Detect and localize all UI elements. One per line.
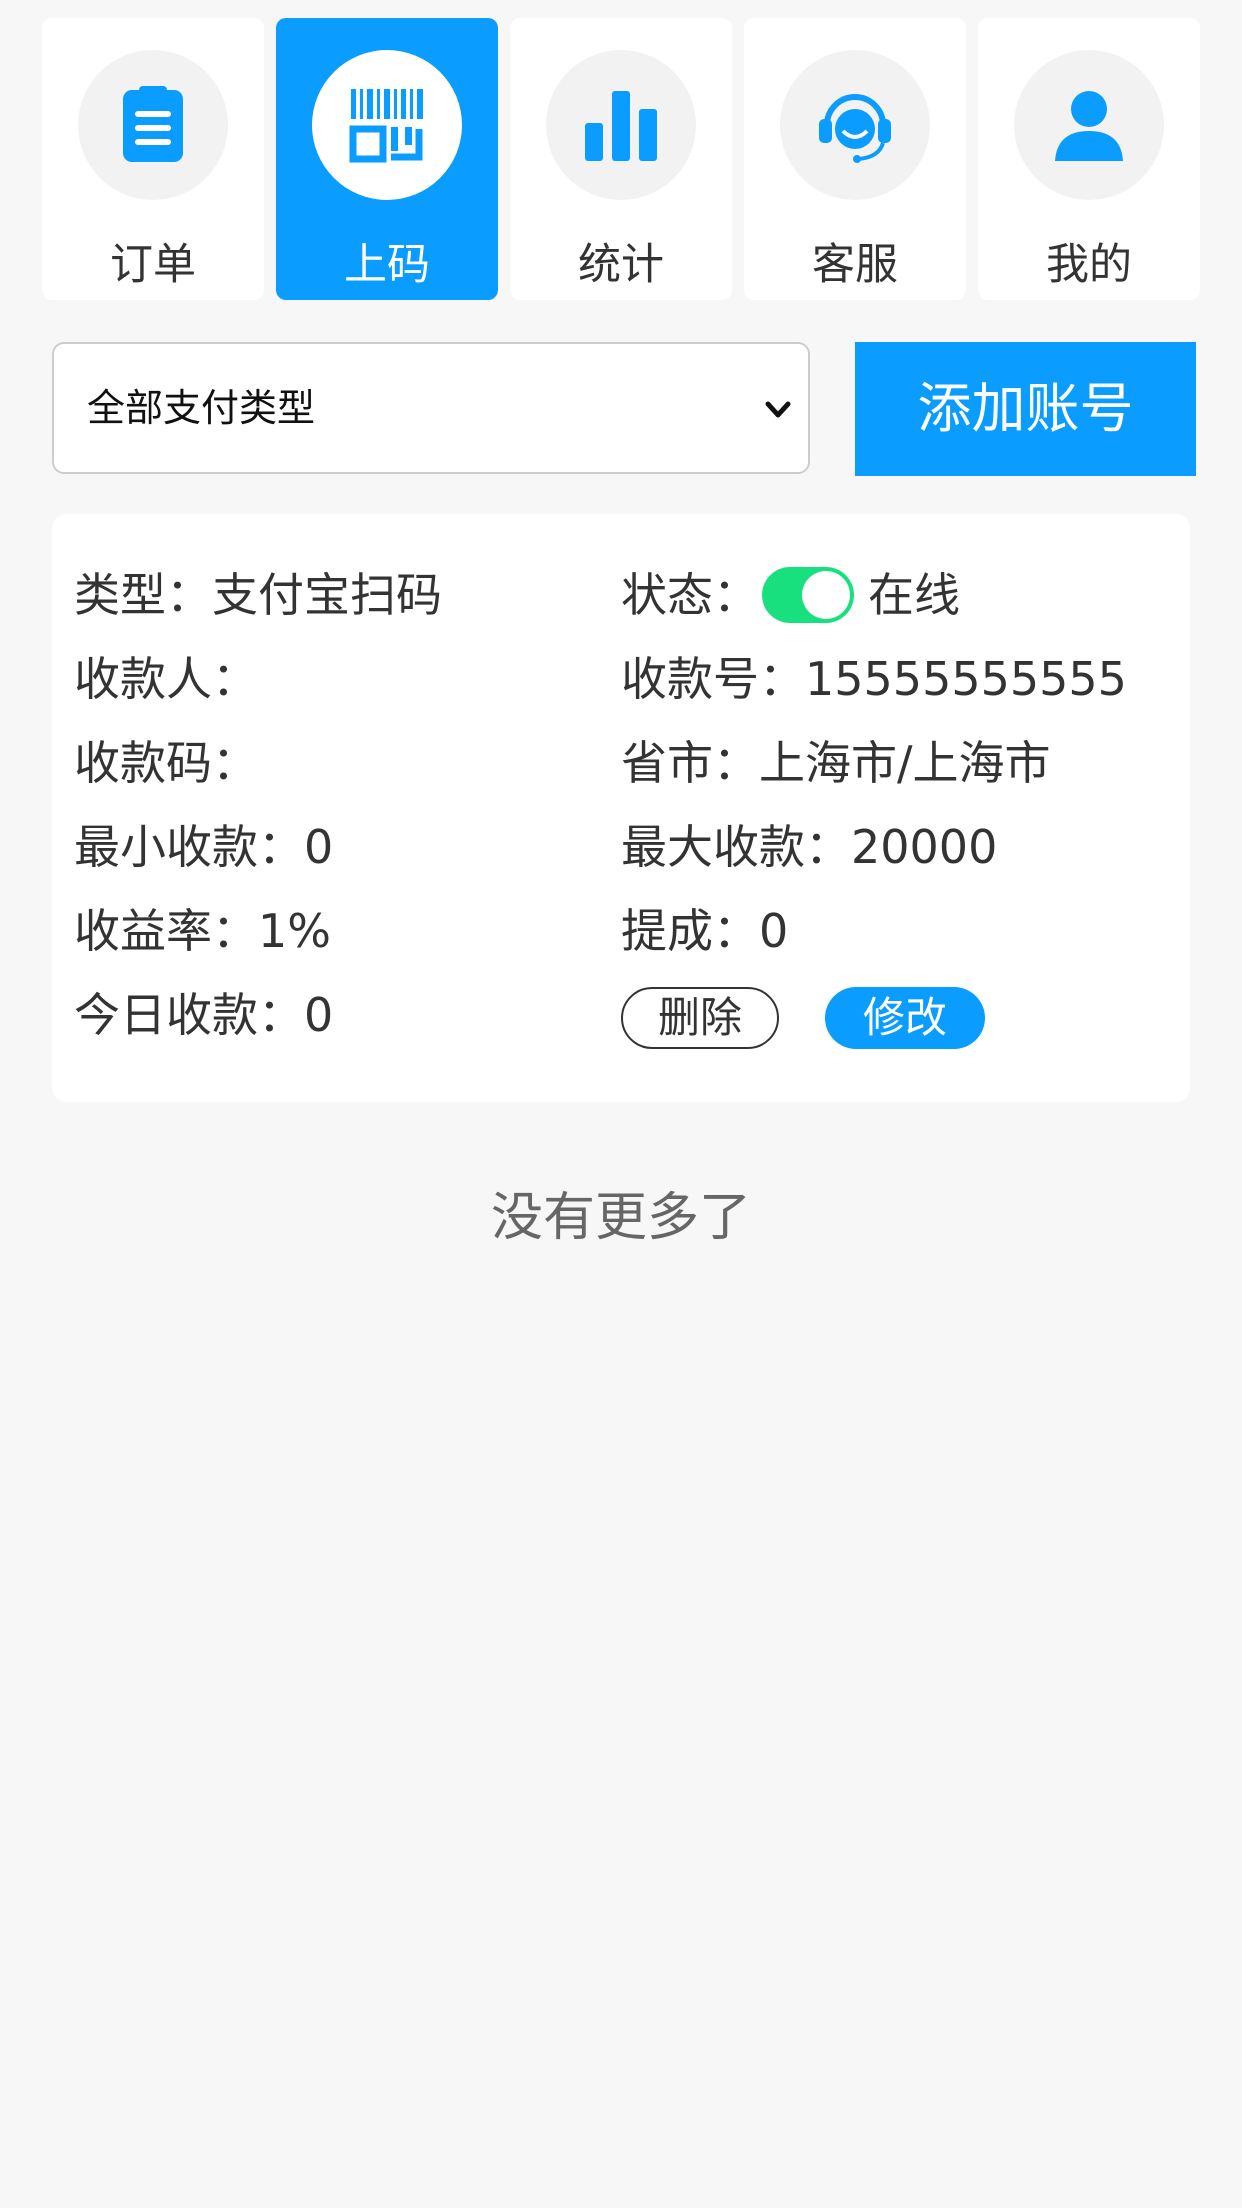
nav-icon-circle [1014,50,1164,200]
status-label: 状态： [621,568,759,622]
status-value: 在线 [868,568,960,622]
account-card: 类型：支付宝扫码 状态： 在线 收款人： 收款号：15555555555 收款码… [52,514,1190,1102]
user-icon [1055,91,1123,161]
account-number-value: 15555555555 [805,652,1127,706]
min-amount-label: 最小收款： [74,820,304,874]
payment-type-select[interactable]: 全部支付类型 [52,342,810,474]
status-toggle[interactable] [762,567,854,623]
nav-icon-circle [546,50,696,200]
today-amount-value: 0 [304,988,334,1042]
region-field: 省市：上海市/上海市 [621,733,1051,793]
type-label: 类型： [74,568,212,622]
today-amount-label: 今日收款： [74,988,304,1042]
yield-rate-value: 1% [258,904,331,958]
nav-icon-circle [312,50,462,200]
nav-icon-circle [780,50,930,200]
min-amount-field: 最小收款：0 [74,817,333,877]
top-navigation: 订单 上码 统计 客服 我的 [42,18,1200,300]
barcode-icon [349,89,423,163]
yield-rate-label: 收益率： [74,904,258,958]
nav-label-customer-service: 客服 [812,240,898,290]
yield-rate-field: 收益率：1% [74,901,331,961]
edit-button[interactable]: 修改 [825,987,985,1049]
nav-item-statistics[interactable]: 统计 [510,18,732,300]
nav-item-mine[interactable]: 我的 [978,18,1200,300]
account-number-label: 收款号： [621,652,805,706]
nav-item-upload-code[interactable]: 上码 [276,18,498,300]
max-amount-field: 最大收款：20000 [621,817,997,877]
commission-label: 提成： [621,904,759,958]
qrcode-label: 收款码： [74,736,258,790]
delete-button[interactable]: 删除 [621,987,779,1049]
qrcode-field: 收款码： [74,733,258,793]
bar-chart-icon [585,91,657,161]
payee-field: 收款人： [74,649,258,709]
region-value: 上海市/上海市 [759,736,1051,790]
min-amount-value: 0 [304,820,334,874]
status-toggle-knob [802,571,850,619]
type-value: 支付宝扫码 [212,568,442,622]
chevron-down-icon [765,401,791,418]
filter-bar: 全部支付类型 添加账号 [52,342,1196,478]
nav-icon-circle [78,50,228,200]
payment-type-selected: 全部支付类型 [87,386,316,430]
type-field: 类型：支付宝扫码 [74,565,442,625]
add-account-button[interactable]: 添加账号 [855,342,1196,476]
nav-label-orders: 订单 [110,240,196,290]
status-field: 状态： [621,565,759,625]
nav-item-orders[interactable]: 订单 [42,18,264,300]
nav-item-customer-service[interactable]: 客服 [744,18,966,300]
no-more-text: 没有更多了 [490,1188,751,1248]
commission-field: 提成：0 [621,901,788,961]
commission-value: 0 [759,904,789,958]
clipboard-icon [123,86,183,162]
nav-label-statistics: 统计 [578,240,664,290]
max-amount-value: 20000 [851,820,998,874]
region-label: 省市： [621,736,759,790]
nav-label-upload-code: 上码 [344,240,430,290]
max-amount-label: 最大收款： [621,820,851,874]
payee-label: 收款人： [74,652,258,706]
nav-label-mine: 我的 [1046,240,1132,290]
headset-icon [819,94,891,163]
account-number-field: 收款号：15555555555 [621,649,1127,709]
today-amount-field: 今日收款：0 [74,985,333,1045]
